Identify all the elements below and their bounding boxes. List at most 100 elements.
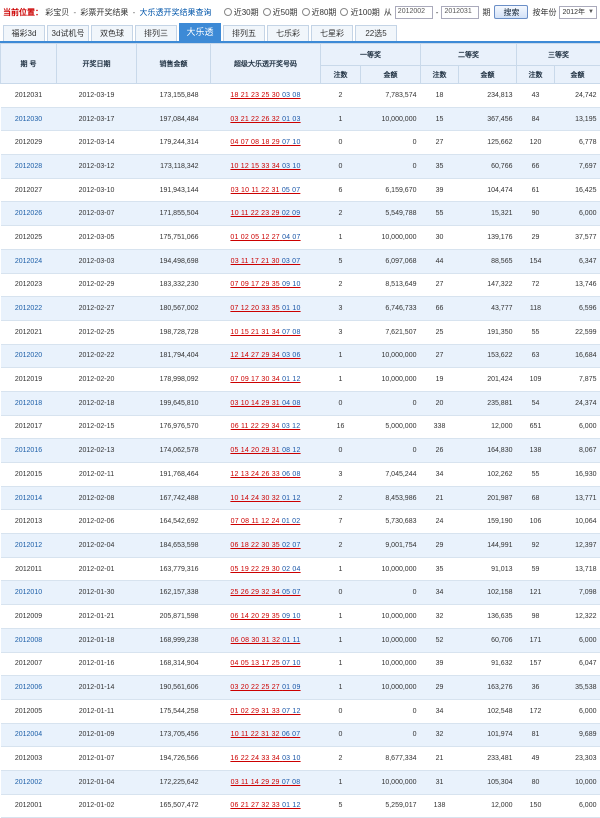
back-numbers: 01 02 bbox=[282, 518, 301, 525]
winning-numbers-link[interactable]: 10 11 22 23 29 02 09 bbox=[231, 210, 301, 217]
cell-second-amount: 15,321 bbox=[459, 202, 517, 226]
radio-last-50[interactable]: 近50期 bbox=[263, 7, 298, 18]
tab-lottery[interactable]: 22选5 bbox=[355, 25, 397, 41]
winning-numbers-link[interactable]: 10 14 24 30 32 01 12 bbox=[230, 495, 300, 502]
winning-numbers-link[interactable]: 06 11 22 29 34 03 12 bbox=[231, 423, 301, 430]
winning-numbers-link[interactable]: 06 14 20 29 35 09 10 bbox=[230, 613, 300, 620]
header-date: 开奖日期 bbox=[57, 44, 137, 84]
cell-second-count: 66 bbox=[421, 297, 459, 321]
radio-circle-icon[interactable] bbox=[340, 8, 348, 16]
tab-lottery[interactable]: 大乐透 bbox=[179, 23, 221, 41]
to-issue-input[interactable]: 2012031 bbox=[441, 6, 479, 19]
tab-lottery[interactable]: 排列三 bbox=[135, 25, 177, 41]
cell-winning-numbers: 06 21 27 32 33 01 12 bbox=[211, 794, 321, 818]
tab-lottery[interactable]: 七乐彩 bbox=[267, 25, 309, 41]
front-numbers: 10 12 15 33 34 bbox=[230, 163, 280, 170]
cell-third-amount: 16,684 bbox=[555, 344, 600, 368]
table-row: 20120072012-01-16168,314,90404 05 13 17 … bbox=[1, 652, 600, 676]
tab-lottery[interactable]: 3d试机号 bbox=[47, 25, 89, 41]
cell-second-count: 338 bbox=[421, 415, 459, 439]
cell-second-amount: 125,662 bbox=[459, 131, 517, 155]
cell-second-amount: 60,706 bbox=[459, 628, 517, 652]
winning-numbers-link[interactable]: 03 10 11 22 31 05 07 bbox=[231, 187, 301, 194]
tab-lottery[interactable]: 福彩3d bbox=[3, 25, 45, 41]
winning-numbers-link[interactable]: 12 14 27 29 34 03 06 bbox=[230, 352, 300, 359]
cell-second-amount: 191,350 bbox=[459, 320, 517, 344]
winning-numbers-link[interactable]: 10 12 15 33 34 03 10 bbox=[230, 163, 300, 170]
winning-numbers-link[interactable]: 10 15 21 31 34 07 08 bbox=[230, 329, 300, 336]
radio-last-100[interactable]: 近100期 bbox=[340, 7, 379, 18]
winning-numbers-link[interactable]: 07 08 11 12 24 01 02 bbox=[231, 518, 301, 525]
cell-first-amount: 6,097,068 bbox=[361, 249, 421, 273]
tab-lottery[interactable]: 双色球 bbox=[91, 25, 133, 41]
from-issue-input[interactable]: 2012002 bbox=[395, 6, 433, 19]
winning-numbers-link[interactable]: 03 21 22 26 32 01 03 bbox=[230, 116, 300, 123]
winning-numbers-link[interactable]: 07 09 17 30 34 01 12 bbox=[230, 376, 300, 383]
header-sales: 销售金额 bbox=[137, 44, 211, 84]
cell-third-amount: 12,397 bbox=[555, 534, 600, 558]
winning-numbers-link[interactable]: 06 21 27 32 33 01 12 bbox=[230, 802, 300, 809]
winning-numbers-link[interactable]: 04 05 13 17 25 07 10 bbox=[230, 660, 300, 667]
cell-winning-numbers: 03 11 14 29 29 07 08 bbox=[211, 770, 321, 794]
cell-first-amount: 0 bbox=[361, 699, 421, 723]
cell-third-amount: 7,875 bbox=[555, 368, 600, 392]
cell-third-count: 154 bbox=[517, 249, 555, 273]
cell-issue: 2012017 bbox=[1, 415, 57, 439]
breadcrumb-link-home[interactable]: 彩宝贝 bbox=[45, 8, 69, 17]
cell-first-count: 0 bbox=[321, 581, 361, 605]
cell-date: 2012-01-21 bbox=[57, 605, 137, 629]
cell-issue: 2012030 bbox=[1, 107, 57, 131]
radio-last-30[interactable]: 近30期 bbox=[224, 7, 259, 18]
breadcrumb-link-results[interactable]: 彩票开奖结果 bbox=[80, 8, 128, 17]
cell-second-amount: 233,481 bbox=[459, 747, 517, 771]
winning-numbers-link[interactable]: 25 26 29 32 34 05 07 bbox=[230, 589, 300, 596]
header-issue: 期 号 bbox=[1, 44, 57, 84]
back-numbers: 01 12 bbox=[282, 802, 301, 809]
cell-second-amount: 12,000 bbox=[459, 794, 517, 818]
winning-numbers-link[interactable]: 01 02 05 12 27 04 07 bbox=[230, 234, 300, 241]
radio-circle-icon[interactable] bbox=[302, 8, 310, 16]
radio-circle-icon[interactable] bbox=[263, 8, 271, 16]
winning-numbers-link[interactable]: 03 20 22 25 27 01 09 bbox=[230, 684, 300, 691]
cell-first-count: 1 bbox=[321, 770, 361, 794]
cell-second-count: 29 bbox=[421, 534, 459, 558]
cell-second-amount: 136,635 bbox=[459, 605, 517, 629]
cell-third-amount: 35,538 bbox=[555, 676, 600, 700]
search-button[interactable]: 搜索 bbox=[494, 5, 528, 19]
winning-numbers-link[interactable]: 07 09 17 29 35 09 10 bbox=[230, 281, 300, 288]
tab-lottery[interactable]: 排列五 bbox=[223, 25, 265, 41]
table-row: 20120172012-02-15176,976,57006 11 22 29 … bbox=[1, 415, 600, 439]
cell-second-count: 35 bbox=[421, 557, 459, 581]
breadcrumb-current[interactable]: 大乐透开奖结果查询 bbox=[140, 8, 212, 17]
back-numbers: 06 07 bbox=[282, 731, 301, 738]
winning-numbers-link[interactable]: 18 21 23 25 30 03 08 bbox=[230, 92, 300, 99]
winning-numbers-link[interactable]: 03 11 14 29 29 07 08 bbox=[231, 779, 301, 786]
cell-issue: 2012029 bbox=[1, 131, 57, 155]
winning-numbers-link[interactable]: 04 07 08 18 29 07 10 bbox=[230, 139, 300, 146]
cell-first-count: 0 bbox=[321, 391, 361, 415]
radio-circle-icon[interactable] bbox=[224, 8, 232, 16]
winning-numbers-link[interactable]: 12 13 24 26 33 06 08 bbox=[230, 471, 300, 478]
winning-numbers-link[interactable]: 05 14 20 29 31 08 12 bbox=[230, 447, 300, 454]
cell-first-count: 1 bbox=[321, 226, 361, 250]
winning-numbers-link[interactable]: 03 10 14 29 31 04 08 bbox=[230, 400, 300, 407]
cell-winning-numbers: 05 14 20 29 31 08 12 bbox=[211, 439, 321, 463]
cell-sales: 174,062,578 bbox=[137, 439, 211, 463]
cell-winning-numbers: 10 11 22 31 32 06 07 bbox=[211, 723, 321, 747]
cell-date: 2012-02-01 bbox=[57, 557, 137, 581]
winning-numbers-link[interactable]: 06 18 22 30 35 02 07 bbox=[230, 542, 300, 549]
winning-numbers-link[interactable]: 07 12 20 33 35 01 10 bbox=[230, 305, 300, 312]
tab-lottery[interactable]: 七星彩 bbox=[311, 25, 353, 41]
winning-numbers-link[interactable]: 10 11 22 31 32 06 07 bbox=[231, 731, 301, 738]
winning-numbers-link[interactable]: 03 11 17 21 30 03 07 bbox=[231, 258, 301, 265]
front-numbers: 03 10 14 29 31 bbox=[230, 400, 280, 407]
front-numbers: 06 11 22 29 34 bbox=[231, 423, 280, 430]
cell-sales: 199,645,810 bbox=[137, 391, 211, 415]
year-select[interactable]: 2012年▼ bbox=[559, 6, 597, 19]
winning-numbers-link[interactable]: 01 02 29 31 33 07 12 bbox=[230, 708, 300, 715]
cell-second-amount: 139,176 bbox=[459, 226, 517, 250]
winning-numbers-link[interactable]: 05 19 22 29 30 02 04 bbox=[230, 566, 300, 573]
winning-numbers-link[interactable]: 06 08 30 31 32 01 11 bbox=[231, 637, 301, 644]
radio-last-80[interactable]: 近80期 bbox=[302, 7, 337, 18]
winning-numbers-link[interactable]: 16 22 24 33 34 03 10 bbox=[230, 755, 300, 762]
